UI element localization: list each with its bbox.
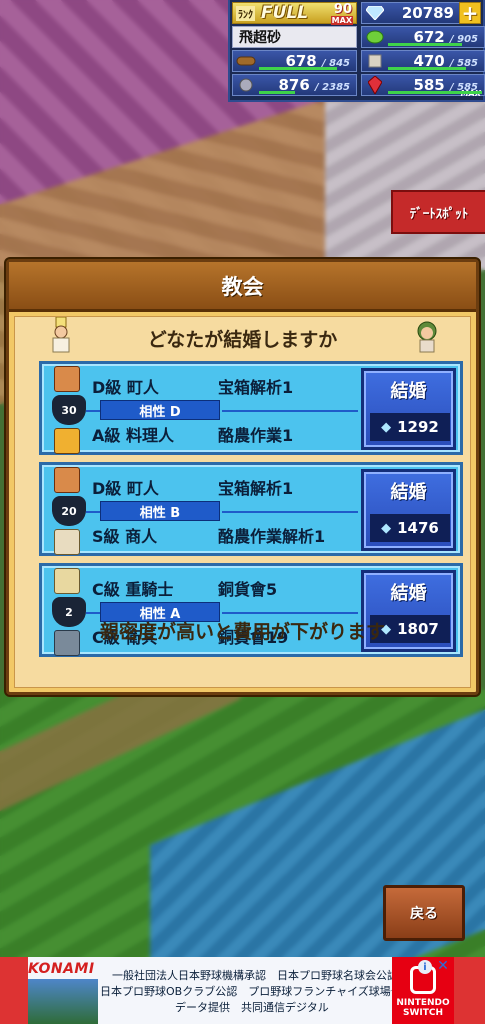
person-avatar-icon	[54, 366, 80, 392]
person1-skill: 銅貨會5	[218, 580, 278, 599]
person2-skill: 酪農作業1	[218, 426, 294, 445]
person1-skill: 宝箱解析1	[218, 378, 294, 397]
compat-line	[222, 612, 358, 614]
compat-line	[86, 410, 100, 412]
ad-image	[28, 979, 98, 1024]
ad-info-icon[interactable]: i	[418, 960, 432, 974]
marry-label: 結婚	[390, 482, 427, 503]
intimacy-heart-icon: 30	[52, 395, 86, 425]
ad-line-3: データ提供 共同通信デジタル	[175, 1001, 329, 1014]
gem-count: 20789	[401, 4, 454, 22]
ruby-icon	[364, 75, 386, 95]
intimacy-value: 30	[61, 403, 77, 417]
person-avatar-icon	[54, 467, 80, 493]
diamond-icon	[364, 3, 386, 23]
ad-banner[interactable]: KONAMI 一般社団法人日本野球機構承認 日本プロ野球名球会公認 日本プロ野球…	[0, 957, 485, 1024]
ad-border	[454, 957, 485, 1024]
gem-counter: 20789	[361, 2, 461, 24]
priest-sprite-icon	[47, 316, 75, 353]
person1-rank-job: D級 町人	[92, 378, 159, 397]
dialog-hint: 親密度が高いと費用が下がります	[99, 621, 385, 643]
town-name-field: 飛超砂	[232, 26, 357, 48]
ad-close-icon[interactable]: ✕	[436, 958, 450, 974]
ruby-bar	[388, 91, 482, 94]
diamond-icon: ◆	[381, 520, 392, 536]
grass-icon	[364, 27, 386, 47]
person1-rank-job: D級 町人	[92, 479, 159, 498]
ad-line-2: 日本プロ野球OBクラブ公認 プロ野球フランチャイズ球場公認	[100, 985, 413, 998]
person2-rank-job: S級 商人	[92, 527, 158, 546]
resource-food: 470 / 585	[361, 50, 485, 72]
person1-rank-job: C級 重騎士	[92, 580, 174, 599]
ore-icon	[235, 75, 257, 95]
status-panel: ﾗﾝｸ FULL 90 MAX 20789 + 飛超砂 672 / 905 67…	[228, 0, 485, 102]
resource-grass: 672 / 905	[361, 26, 485, 48]
couple-card[interactable]: 20 D級 町人 宝箱解析1 相性 B S級 商人 酪農作業解析1 結婚 ◆ 14…	[39, 462, 463, 556]
couple-card[interactable]: 30 D級 町人 宝箱解析1 相性 D A級 料理人 酪農作業1 結婚 ◆ 129…	[39, 361, 463, 455]
compat-line	[222, 410, 358, 412]
grass-bar	[388, 43, 462, 46]
resource-wood: 678 / 845	[232, 50, 357, 72]
girl-sprite-icon	[413, 319, 439, 353]
resource-ore: 876 / 2385	[232, 74, 357, 96]
compat-badge: 相性 B	[100, 501, 220, 521]
back-button[interactable]: 戻る	[383, 885, 465, 941]
rank-display: ﾗﾝｸ FULL 90 MAX	[232, 2, 357, 25]
marry-button[interactable]: 結婚 ◆ 1292	[361, 368, 456, 450]
person1-skill: 宝箱解析1	[218, 479, 294, 498]
ad-line-1: 一般社団法人日本野球機構承認 日本プロ野球名球会公認	[112, 969, 398, 982]
compat-line	[86, 612, 100, 614]
cost-value: 1476	[397, 519, 439, 537]
wood-icon	[235, 51, 257, 71]
marry-button[interactable]: 結婚 ◆ 1476	[361, 469, 456, 551]
marry-label: 結婚	[390, 381, 427, 402]
compat-line	[222, 511, 358, 513]
person2-rank-job: A級 料理人	[92, 426, 174, 445]
person-avatar-icon	[54, 568, 80, 594]
ore-bar	[259, 91, 295, 94]
compat-line	[86, 511, 100, 513]
ore-max: 2385	[322, 82, 350, 93]
food-bar	[388, 67, 466, 70]
rank-full: FULL	[261, 3, 309, 23]
rank-label: ﾗﾝｸ	[236, 5, 255, 21]
compat-badge: 相性 D	[100, 400, 220, 420]
dialog-body: どなたが結婚しますか 30 D級 町人 宝箱解析1 相性 D A級 料理人 酪農…	[14, 316, 471, 688]
person-avatar-icon	[54, 428, 80, 454]
food-icon	[364, 51, 386, 71]
intimacy-heart-icon: 20	[52, 496, 86, 526]
marry-cost: ◆ 1292	[370, 413, 450, 441]
intimacy-value: 20	[61, 504, 77, 518]
church-dialog: 教会 どなたが結婚しますか 30 D級 町人 宝箱解析1 相性 D A級 料理人…	[6, 259, 479, 695]
marry-label: 結婚	[390, 583, 427, 604]
wood-bar	[259, 67, 337, 70]
dialog-title: 教会	[9, 262, 476, 312]
add-gems-button[interactable]: +	[459, 1, 481, 25]
date-spot-button[interactable]: ﾃﾞｰﾄｽﾎﾟｯﾄ	[391, 190, 485, 234]
resource-ruby: 585 / 585 MAX	[361, 74, 485, 98]
marry-cost: ◆ 1476	[370, 514, 450, 542]
ad-border	[0, 957, 28, 1024]
rank-level: 90	[333, 2, 352, 17]
town-name: 飛超砂	[239, 30, 281, 46]
person-avatar-icon	[54, 529, 80, 555]
diamond-icon: ◆	[381, 419, 392, 435]
dialog-question: どなたが結婚しますか	[147, 329, 338, 351]
person2-skill: 酪農作業解析1	[218, 527, 326, 546]
rank-max: MAX	[330, 16, 353, 25]
ad-brand: KONAMI	[28, 961, 95, 977]
cost-value: 1292	[397, 418, 439, 436]
